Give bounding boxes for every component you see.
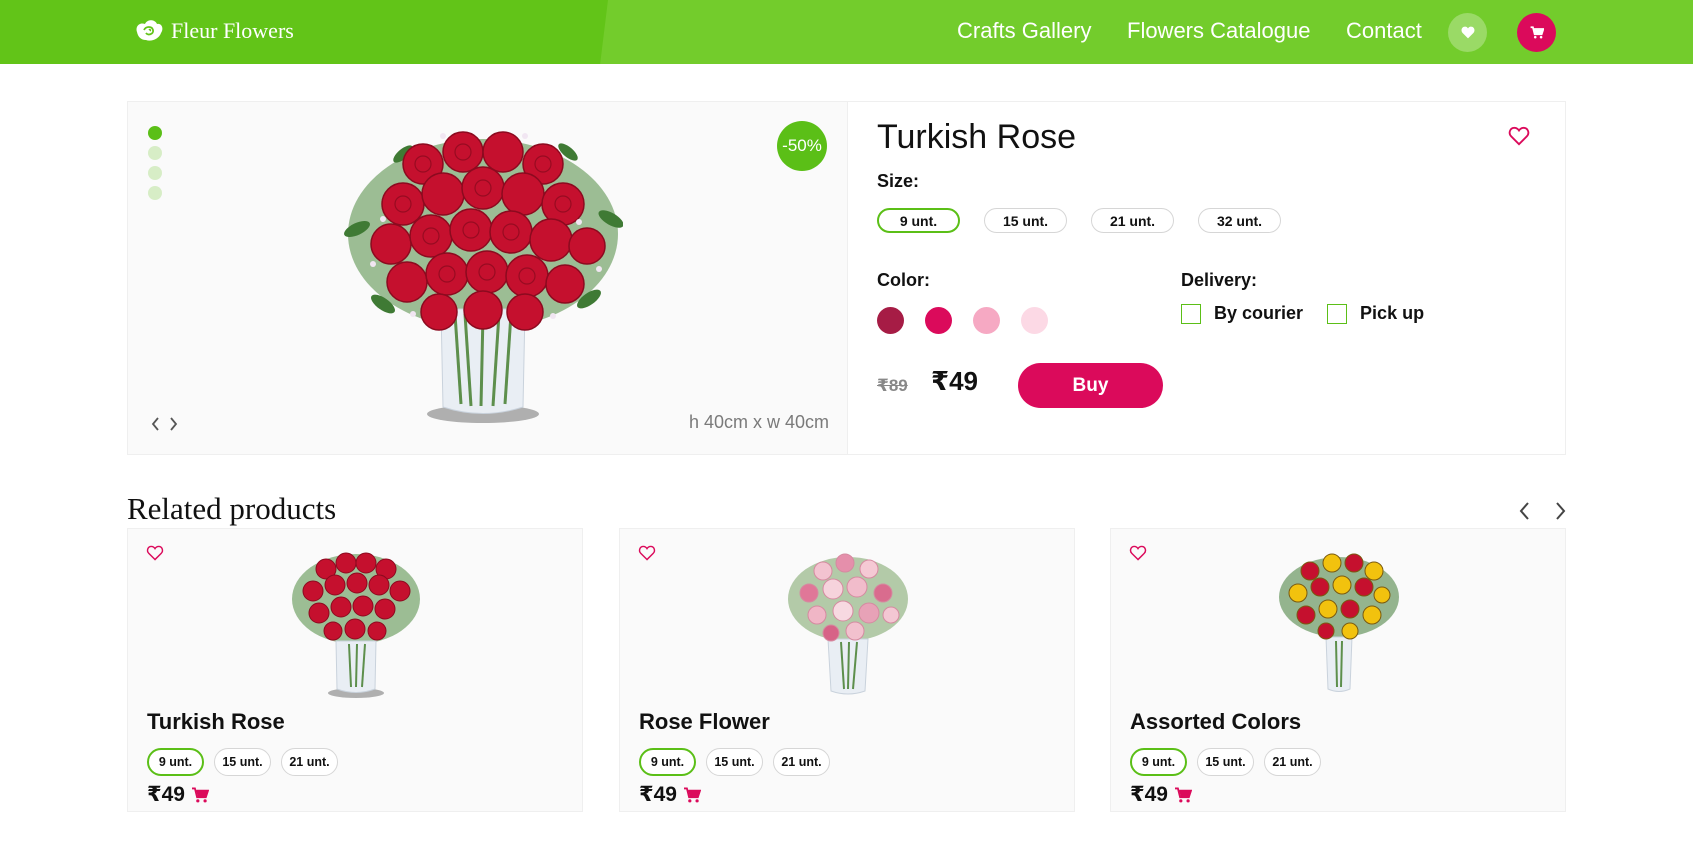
add-to-favorites-heart-icon[interactable]: [638, 545, 656, 561]
chevron-right-icon: [1555, 502, 1565, 520]
gallery-arrows: [146, 414, 182, 434]
card-price-row: ₹49: [1130, 782, 1192, 807]
card-size-selector: 9 unt. 15 unt. 21 unt.: [147, 748, 348, 776]
gallery-prev-button[interactable]: [146, 414, 164, 434]
size-option[interactable]: 32 unt.: [1198, 208, 1281, 233]
add-to-favorites-heart-icon[interactable]: [146, 545, 164, 561]
add-to-favorites-heart-icon[interactable]: [1508, 126, 1530, 146]
brand-logo[interactable]: Fleur Flowers: [133, 18, 294, 44]
delivery-pickup-label[interactable]: Pick up: [1360, 303, 1424, 324]
related-product-card[interactable]: Rose Flower 9 unt. 15 unt. 21 unt. ₹49: [619, 528, 1075, 812]
gallery-dot[interactable]: [148, 186, 162, 200]
size-option[interactable]: 15 unt.: [214, 748, 271, 776]
gallery-dot[interactable]: [148, 166, 162, 180]
size-option[interactable]: 9 unt.: [147, 748, 204, 776]
color-swatch-light-pink[interactable]: [1021, 307, 1048, 334]
color-selector: [877, 307, 1069, 334]
chevron-left-icon: [151, 417, 159, 431]
brand-name: Fleur Flowers: [171, 18, 294, 43]
heart-icon: [1461, 26, 1474, 39]
size-option[interactable]: 15 unt.: [984, 208, 1067, 233]
add-to-favorites-heart-icon[interactable]: [1129, 545, 1147, 561]
nav-crafts-gallery[interactable]: Crafts Gallery: [957, 18, 1091, 44]
size-label: Size:: [877, 171, 920, 191]
card-price: ₹49: [1130, 783, 1168, 806]
size-selector: 9 unt. 15 unt. 21 unt. 32 unt.: [877, 208, 1305, 233]
add-to-cart-icon[interactable]: [683, 787, 701, 803]
product-image[interactable]: [343, 124, 623, 434]
buy-button[interactable]: Buy: [1018, 363, 1163, 408]
delivery-courier-checkbox[interactable]: [1181, 303, 1201, 324]
color-swatch-burgundy[interactable]: [877, 307, 904, 334]
delivery-courier-label[interactable]: By courier: [1214, 303, 1303, 324]
size-option[interactable]: 21 unt.: [1091, 208, 1174, 233]
related-product-card[interactable]: Assorted Colors 9 unt. 15 unt. 21 unt. ₹…: [1110, 528, 1566, 812]
size-option[interactable]: 9 unt.: [639, 748, 696, 776]
nav-contact[interactable]: Contact: [1346, 18, 1422, 44]
related-product-card[interactable]: Turkish Rose 9 unt. 15 unt. 21 unt. ₹49: [127, 528, 583, 812]
product-image[interactable]: [1274, 549, 1404, 699]
card-title[interactable]: Assorted Colors: [1130, 709, 1301, 735]
size-option[interactable]: 21 unt.: [281, 748, 338, 776]
size-option[interactable]: 21 unt.: [1264, 748, 1321, 776]
cart-button[interactable]: [1517, 13, 1556, 52]
gallery-dot[interactable]: [148, 126, 162, 140]
card-price: ₹49: [147, 783, 185, 806]
product-dimensions: h 40cm x w 40cm: [688, 412, 829, 432]
product-gallery: -50% h 40cm x w 40cm: [128, 102, 848, 454]
nav-flowers-catalogue[interactable]: Flowers Catalogue: [1127, 18, 1310, 44]
size-option[interactable]: 15 unt.: [706, 748, 763, 776]
card-size-selector: 9 unt. 15 unt. 21 unt.: [639, 748, 840, 776]
current-price: ₹49: [931, 366, 979, 396]
delivery-options: By courier Pick up: [1181, 303, 1448, 324]
color-swatch-pink[interactable]: [973, 307, 1000, 334]
product-image[interactable]: [783, 549, 913, 699]
color-label: Color:: [877, 270, 930, 290]
discount-badge: -50%: [777, 121, 827, 171]
product-title: Turkish Rose: [877, 118, 1077, 156]
gallery-dot[interactable]: [148, 146, 162, 160]
site-header: Fleur Flowers Crafts Gallery Flowers Cat…: [0, 0, 1693, 64]
card-title[interactable]: Turkish Rose: [147, 709, 285, 735]
card-price-row: ₹49: [147, 782, 209, 807]
related-products-heading: Related products: [127, 491, 337, 526]
color-swatch-magenta[interactable]: [925, 307, 952, 334]
card-title[interactable]: Rose Flower: [639, 709, 770, 735]
old-price: ₹89: [877, 376, 908, 395]
delivery-pickup-checkbox[interactable]: [1327, 303, 1348, 324]
gallery-next-button[interactable]: [164, 414, 182, 434]
size-option[interactable]: 21 unt.: [773, 748, 830, 776]
related-prev-button[interactable]: [1514, 500, 1534, 522]
size-option[interactable]: 9 unt.: [877, 208, 960, 233]
add-to-cart-icon[interactable]: [191, 787, 209, 803]
rose-logo-icon: [136, 20, 163, 41]
chevron-right-icon: [169, 417, 177, 431]
chevron-left-icon: [1519, 502, 1529, 520]
related-next-button[interactable]: [1550, 500, 1570, 522]
favorites-button[interactable]: [1448, 13, 1487, 52]
product-panel: -50% h 40cm x w 40cm Turkish Rose Size: …: [127, 101, 1566, 455]
add-to-cart-icon[interactable]: [1174, 787, 1192, 803]
size-option[interactable]: 15 unt.: [1197, 748, 1254, 776]
product-info: Turkish Rose Size: 9 unt. 15 unt. 21 unt…: [848, 102, 1565, 454]
cart-icon: [1530, 26, 1544, 39]
card-price-row: ₹49: [639, 782, 701, 807]
gallery-pagination: [148, 126, 162, 206]
card-price: ₹49: [639, 783, 677, 806]
product-image[interactable]: [291, 549, 421, 699]
size-option[interactable]: 9 unt.: [1130, 748, 1187, 776]
card-size-selector: 9 unt. 15 unt. 21 unt.: [1130, 748, 1331, 776]
delivery-label: Delivery:: [1181, 270, 1258, 290]
